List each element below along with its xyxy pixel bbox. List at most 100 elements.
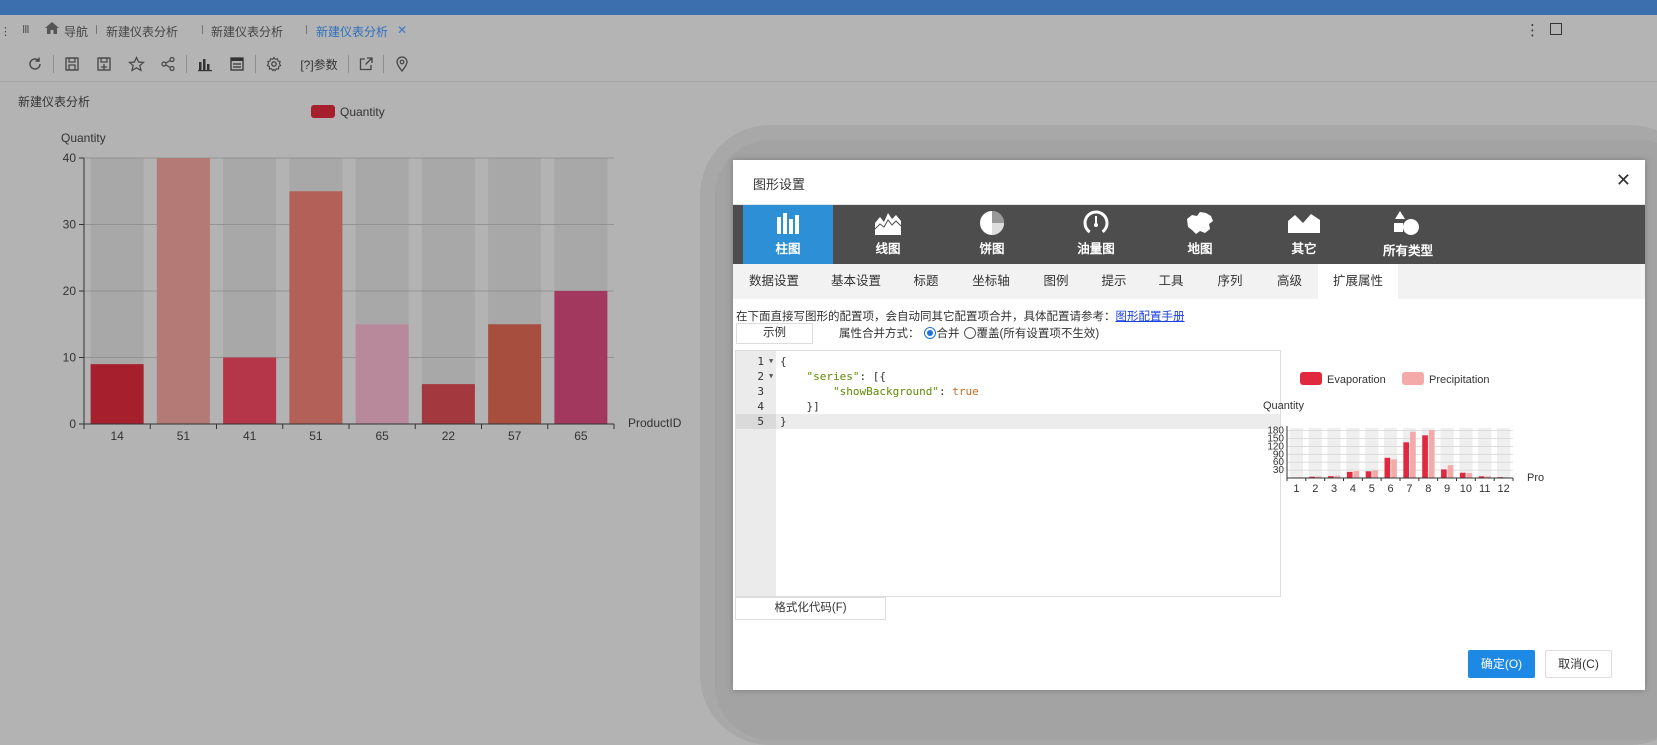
settings-gear-icon[interactable]: [264, 54, 284, 74]
bar-65-7[interactable]: [554, 291, 608, 424]
legend-swatch-quantity[interactable]: [311, 105, 335, 118]
preview-bar-evaporation-6[interactable]: [1384, 457, 1391, 478]
subtab-9[interactable]: 扩展属性: [1318, 264, 1398, 299]
preview-y-tick-label: 180: [1267, 426, 1284, 437]
subtab-5[interactable]: 提示: [1085, 264, 1143, 299]
merge-radio[interactable]: [923, 327, 936, 339]
subtab-2[interactable]: 标题: [897, 264, 955, 299]
preview-bar-precipitation-5[interactable]: [1372, 470, 1379, 478]
maximize-icon[interactable]: [1550, 23, 1562, 35]
param-button[interactable]: [?]参数: [296, 54, 342, 74]
legend-label-precipitation[interactable]: Precipitation: [1429, 374, 1490, 386]
chart-type-line-chart[interactable]: 线图: [843, 205, 933, 264]
other-chart-icon: [1259, 209, 1349, 237]
x-tick-label: 51: [309, 429, 323, 443]
preview-bar-evaporation-5[interactable]: [1365, 471, 1372, 478]
bar-51-3[interactable]: [289, 191, 343, 424]
chart-settings-bar-icon[interactable]: [195, 54, 215, 74]
code-text: "series": [{: [806, 370, 886, 383]
subtab-1[interactable]: 基本设置: [815, 264, 897, 299]
preview-bar-precipitation-6[interactable]: [1391, 459, 1397, 478]
preview-bar-evaporation-4[interactable]: [1346, 471, 1353, 478]
code-line[interactable]: 3 "showBackground": true: [736, 384, 1280, 399]
preview-bar-precipitation-10[interactable]: [1466, 473, 1473, 478]
chart-type-other-chart[interactable]: 其它: [1259, 205, 1349, 264]
code-line[interactable]: 1 ▼{: [736, 354, 1280, 369]
preview-bar-precipitation-4[interactable]: [1353, 471, 1360, 478]
preview-x-tick-label: 1: [1293, 483, 1299, 495]
tab-menu-icon[interactable]: Ⅲ: [22, 23, 30, 36]
code-editor[interactable]: 1 ▼{2 ▼ "series": [{3 "showBackground": tr…: [735, 350, 1281, 597]
merge-radio-label: 合并: [936, 328, 960, 340]
chart-type-map-chart[interactable]: 地图: [1155, 205, 1245, 264]
example-button[interactable]: 示例: [736, 323, 813, 344]
save-icon[interactable]: [62, 54, 82, 74]
legend-label-quantity[interactable]: Quantity: [340, 105, 385, 119]
dialog-title: 图形设置: [753, 177, 806, 192]
chart-type-gauge-chart[interactable]: 油量图: [1051, 205, 1141, 264]
chart-type-all-types[interactable]: 所有类型: [1363, 205, 1453, 264]
code-line[interactable]: 2 ▼ "series": [{: [736, 369, 1280, 384]
override-radio[interactable]: [963, 327, 976, 339]
preview-x-tick-label: 5: [1369, 483, 1375, 495]
tab-dashboard-2[interactable]: 新建仪表分析: [211, 23, 283, 40]
subtab-0[interactable]: 数据设置: [733, 264, 815, 299]
legend-swatch-precipitation[interactable]: [1402, 372, 1424, 385]
preview-bar-precipitation-9[interactable]: [1447, 465, 1454, 478]
share-icon[interactable]: [158, 54, 178, 74]
x-tick-label: 51: [177, 429, 191, 443]
settings-subtabs: 数据设置 基本设置 标题 坐标轴 图例 提示 工具 序列 高级 扩展属性: [733, 264, 1645, 299]
sidebar-toggle-icon[interactable]: ⋮: [0, 25, 11, 38]
chart-settings-dialog: 图形设置 ✕ 柱图 线图 饼图 油量图 地图 其它 所有类型 数据设置 基本设置 标题 坐标轴 图例…: [733, 160, 1645, 690]
favorite-star-icon[interactable]: [126, 54, 146, 74]
subtab-8[interactable]: 高级: [1261, 264, 1318, 299]
subtab-6[interactable]: 工具: [1143, 264, 1199, 299]
y-tick-label: 10: [63, 351, 77, 365]
subtab-7[interactable]: 序列: [1199, 264, 1261, 299]
preview-bar-precipitation-8[interactable]: [1428, 430, 1435, 478]
config-manual-link[interactable]: 图形配置手册: [1116, 311, 1185, 323]
location-pin-icon[interactable]: [392, 54, 412, 74]
preview-bar-evaporation-10[interactable]: [1459, 472, 1466, 478]
subtab-3[interactable]: 坐标轴: [955, 264, 1027, 299]
chart-type-bar-chart[interactable]: 柱图: [743, 205, 833, 264]
tab-nav[interactable]: 导航: [64, 23, 88, 40]
preview-bar-evaporation-9[interactable]: [1441, 469, 1447, 478]
code-line[interactable]: 5}: [736, 414, 1280, 429]
subtab-4[interactable]: 图例: [1027, 264, 1085, 299]
legend-swatch-evaporation[interactable]: [1300, 372, 1322, 385]
preview-bar-evaporation-8[interactable]: [1422, 435, 1428, 478]
tab-dashboard-1[interactable]: 新建仪表分析: [106, 23, 178, 40]
home-icon[interactable]: [44, 21, 60, 38]
refresh-icon[interactable]: [25, 54, 45, 74]
bar-57-6[interactable]: [488, 324, 542, 424]
legend-label-evaporation[interactable]: Evaporation: [1327, 374, 1386, 386]
more-options-icon[interactable]: ⋮: [1525, 21, 1540, 39]
bar-65-4[interactable]: [355, 324, 409, 424]
preview-bar-evaporation-7[interactable]: [1403, 442, 1410, 478]
bar-14-0[interactable]: [90, 364, 144, 424]
table-calculator-icon[interactable]: [227, 54, 247, 74]
export-icon[interactable]: [356, 54, 376, 74]
confirm-button[interactable]: 确定(O): [1468, 650, 1535, 678]
fold-arrow-icon[interactable]: ▼: [769, 354, 773, 369]
tab-dashboard-3-active[interactable]: 新建仪表分析: [316, 23, 388, 40]
fold-arrow-icon[interactable]: ▼: [769, 369, 773, 384]
cancel-button[interactable]: 取消(C): [1545, 650, 1612, 678]
y-tick-label: 20: [63, 284, 77, 298]
line-number: 3: [757, 385, 764, 398]
bar-41-2[interactable]: [223, 357, 277, 425]
preview-bar-precipitation-7[interactable]: [1410, 431, 1416, 478]
close-icon[interactable]: ✕: [1616, 170, 1631, 191]
y-tick-label: 40: [63, 151, 77, 165]
preview-x-tick-label: 12: [1497, 483, 1509, 495]
save-as-icon[interactable]: [94, 54, 114, 74]
code-line[interactable]: 4 }]: [736, 399, 1280, 414]
x-tick-label: 65: [574, 429, 588, 443]
line-number: 4: [757, 400, 764, 413]
bar-51-1[interactable]: [156, 158, 210, 424]
chart-type-pie-chart[interactable]: 饼图: [947, 205, 1037, 264]
bar-22-5[interactable]: [421, 384, 475, 424]
format-code-button[interactable]: 格式化代码(F): [735, 597, 886, 620]
tab-close-icon[interactable]: ✕: [397, 23, 407, 37]
